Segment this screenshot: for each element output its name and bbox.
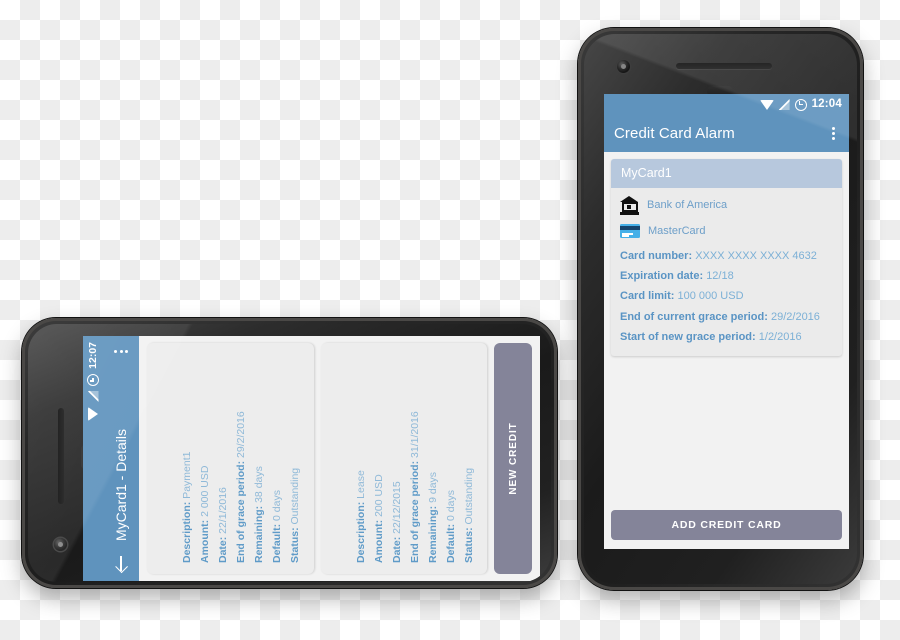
landscape-status-bar: 12:07 [83, 336, 103, 581]
status-bar-clock: 12:04 [811, 97, 842, 110]
detail-expiration-date: Expiration date: 12/18 [620, 270, 734, 283]
portrait-phone-device: 12:04 Credit Card Alarm MyCard1 Bank of … [578, 28, 863, 590]
earpiece-speaker [676, 63, 772, 69]
bank-icon [620, 195, 639, 215]
portrait-screen: 12:04 Credit Card Alarm MyCard1 Bank of … [604, 94, 849, 549]
signal-off-icon [778, 99, 790, 110]
credit-default: Default: 0 days [444, 490, 457, 563]
credit-amount: Amount: 200 USD [372, 474, 385, 563]
details-title: MyCard1 - Details [113, 428, 129, 541]
credit-date: Date: 22/12/2015 [390, 481, 403, 563]
credit-date: Date: 22/1/2016 [217, 487, 230, 563]
card-details: Bank of America MasterCard Card number: … [611, 188, 842, 356]
status-bar-clock: 12:07 [86, 342, 99, 369]
front-camera-icon [617, 60, 630, 73]
landscape-app-bar: MyCard1 - Details [103, 336, 139, 581]
detail-start-grace-period: Start of new grace period: 1/2/2016 [620, 330, 802, 343]
credit-end-grace-period: End of grace period: 31/1/2016 [408, 411, 421, 563]
credit-end-grace-period: End of grace period: 29/2/2016 [235, 411, 248, 563]
detail-card-limit: Card limit: 100 000 USD [620, 290, 744, 303]
overflow-menu-icon[interactable] [112, 344, 130, 360]
credit-card-icon [620, 224, 640, 238]
credit-card-item[interactable]: MyCard1 Bank of America MasterCard Card … [611, 159, 842, 357]
landscape-screen: 12:07 MyCard1 - Details Description: Pay… [83, 336, 540, 581]
bank-name: Bank of America [647, 199, 728, 211]
landscape-phone-device: 12:07 MyCard1 - Details Description: Pay… [22, 318, 557, 588]
alarm-icon [794, 98, 807, 111]
portrait-phone-bezel: 12:04 Credit Card Alarm MyCard1 Bank of … [584, 34, 857, 584]
overflow-menu-icon[interactable] [825, 125, 841, 143]
card-name-header: MyCard1 [611, 159, 842, 188]
credit-description: Description: Lease [354, 470, 367, 563]
detail-end-grace-period: End of current grace period: 29/2/2016 [620, 310, 820, 323]
portrait-status-bar: 12:04 [604, 94, 849, 115]
card-network-name: MasterCard [648, 225, 706, 237]
landscape-content: Description: Payment1 Amount: 2 000 USD … [139, 336, 540, 581]
front-camera-icon [54, 538, 67, 551]
earpiece-speaker [58, 408, 64, 504]
network-row: MasterCard [620, 220, 833, 242]
credit-remaining: Remaining: 38 days [253, 466, 266, 563]
credit-default: Default: 0 days [271, 490, 284, 563]
credit-item-2[interactable]: Description: Lease Amount: 200 USD Date:… [320, 343, 487, 574]
credit-remaining: Remaining: 9 days [426, 471, 439, 563]
credit-amount: Amount: 2 000 USD [199, 465, 212, 563]
detail-card-number: Card number: XXXX XXXX XXXX 4632 [620, 250, 817, 262]
new-credit-button[interactable]: NEW CREDIT [494, 343, 532, 574]
alarm-icon [87, 373, 99, 386]
add-credit-card-button[interactable]: ADD CREDIT CARD [611, 510, 842, 540]
portrait-app-bar: Credit Card Alarm [604, 115, 849, 152]
landscape-phone-bezel: 12:07 MyCard1 - Details Description: Pay… [28, 324, 551, 582]
credit-description: Description: Payment1 [181, 451, 194, 563]
wifi-icon [88, 406, 98, 421]
back-arrow-icon[interactable] [114, 555, 128, 572]
rotated-app-canvas: 12:07 MyCard1 - Details Description: Pay… [83, 336, 540, 581]
mockup-stage: 12:04 Credit Card Alarm MyCard1 Bank of … [0, 0, 900, 640]
signal-off-icon [88, 391, 99, 402]
bank-row: Bank of America [620, 194, 833, 216]
wifi-icon [759, 99, 774, 110]
credit-status: Status: Outstanding [462, 467, 475, 563]
credit-status: Status: Outstanding [289, 467, 302, 563]
portrait-content: MyCard1 Bank of America MasterCard Card … [604, 152, 849, 549]
app-title: Credit Card Alarm [614, 125, 735, 142]
credit-item-1[interactable]: Description: Payment1 Amount: 2 000 USD … [147, 343, 314, 574]
